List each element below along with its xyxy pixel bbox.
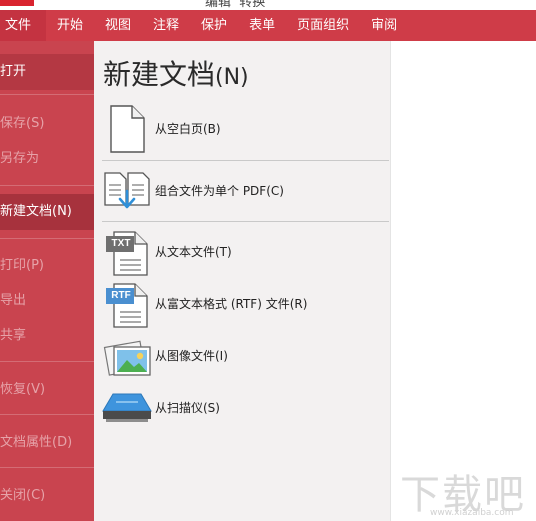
txt-badge: TXT bbox=[111, 238, 131, 249]
menu-item-document-properties[interactable]: 文档属性(D) bbox=[0, 425, 94, 461]
combine-files-icon bbox=[104, 172, 150, 209]
menu-item-open[interactable]: 打开 bbox=[0, 54, 94, 90]
new-from-rtf-file[interactable]: RTF 从富文本格式 (RTF) 文件(R) bbox=[102, 278, 382, 330]
image-file-icon bbox=[103, 340, 151, 376]
new-from-image-file-label: 从图像文件(I) bbox=[155, 349, 228, 363]
new-from-rtf-file-label: 从富文本格式 (RTF) 文件(R) bbox=[155, 297, 308, 311]
menu-item-close[interactable]: 关闭(C) bbox=[0, 478, 94, 514]
window-title: 编辑 转换 bbox=[205, 0, 266, 10]
new-from-blank-page[interactable]: 从空白页(B) bbox=[102, 103, 382, 155]
tab-forms[interactable]: 表单 bbox=[238, 10, 286, 41]
rtf-badge: RTF bbox=[111, 290, 131, 301]
new-from-text-file[interactable]: TXT 从文本文件(T) bbox=[102, 226, 382, 278]
menu-divider bbox=[0, 414, 94, 415]
tab-home[interactable]: 开始 bbox=[46, 10, 94, 41]
new-from-scanner-label: 从扫描仪(S) bbox=[155, 401, 220, 415]
backstage-menu: 打开 保存(S) 另存为 新建文档(N) 打印(P) 导出 共享 恢复(V) 文… bbox=[0, 41, 94, 521]
watermark-url: www.xiazaiba.com bbox=[430, 508, 514, 518]
new-from-image-file[interactable]: 从图像文件(I) bbox=[102, 330, 382, 382]
menu-item-save-as[interactable]: 另存为 bbox=[0, 141, 94, 177]
menu-divider bbox=[0, 467, 94, 468]
new-from-scanner[interactable]: 从扫描仪(S) bbox=[102, 382, 382, 434]
tab-page-organize[interactable]: 页面组织 bbox=[286, 10, 360, 41]
tab-review[interactable]: 审阅 bbox=[360, 10, 408, 41]
tab-protect[interactable]: 保护 bbox=[190, 10, 238, 41]
page-title: 新建文档(N) bbox=[103, 53, 249, 93]
menu-divider bbox=[0, 238, 94, 239]
page-title-shortcut: (N) bbox=[215, 65, 249, 90]
ribbon-tab-bar: 文件 开始 视图 注释 保护 表单 页面组织 审阅 bbox=[0, 10, 536, 41]
new-from-blank-page-label: 从空白页(B) bbox=[155, 122, 221, 136]
menu-item-export[interactable]: 导出 bbox=[0, 283, 94, 319]
page-title-text: 新建文档 bbox=[103, 58, 216, 91]
menu-item-save[interactable]: 保存(S) bbox=[0, 106, 94, 142]
menu-item-share[interactable]: 共享 bbox=[0, 318, 94, 354]
panel-divider bbox=[102, 221, 389, 222]
tab-annotate[interactable]: 注释 bbox=[142, 10, 190, 41]
menu-divider bbox=[0, 185, 94, 186]
txt-file-icon bbox=[106, 231, 148, 276]
scanner-icon bbox=[102, 393, 152, 422]
menu-item-new-document[interactable]: 新建文档(N) bbox=[0, 194, 94, 230]
rtf-file-icon bbox=[106, 283, 148, 328]
combine-files-label: 组合文件为单个 PDF(C) bbox=[155, 184, 284, 198]
tab-view[interactable]: 视图 bbox=[94, 10, 142, 41]
preview-area bbox=[390, 41, 536, 521]
menu-divider bbox=[0, 94, 94, 95]
menu-item-print[interactable]: 打印(P) bbox=[0, 248, 94, 284]
tab-file[interactable]: 文件 bbox=[0, 10, 46, 41]
title-bar: 编辑 转换 bbox=[0, 0, 536, 10]
app-logo bbox=[0, 0, 34, 6]
panel-divider bbox=[102, 160, 389, 161]
new-document-panel: 新建文档(N) 从空白页(B) 组合文件为单个 PDF(C) TXT 从文本文件… bbox=[94, 41, 390, 521]
menu-divider bbox=[0, 361, 94, 362]
new-from-text-file-label: 从文本文件(T) bbox=[155, 245, 232, 259]
menu-item-recover[interactable]: 恢复(V) bbox=[0, 372, 94, 408]
combine-files-button[interactable]: 组合文件为单个 PDF(C) bbox=[102, 165, 382, 217]
blank-page-icon bbox=[110, 105, 145, 153]
